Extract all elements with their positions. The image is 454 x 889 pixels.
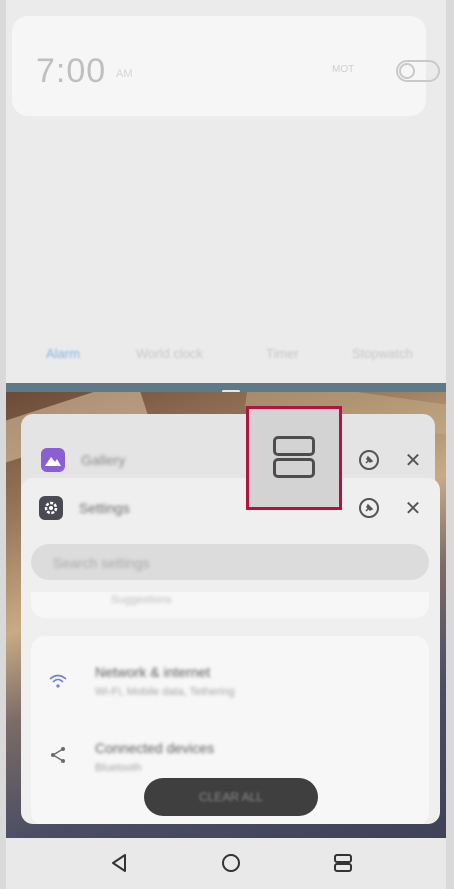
tab-timer[interactable]: Timer [266, 346, 299, 361]
clear-all-label: CLEAR ALL [198, 790, 264, 804]
close-icon: ✕ [404, 497, 422, 520]
tab-alarm[interactable]: Alarm [46, 346, 80, 361]
tab-stopwatch[interactable]: Stopwatch [352, 346, 413, 361]
clock-app: 7:00 AM MOT Alarm World clock Timer Stop… [6, 0, 446, 385]
home-button[interactable] [218, 850, 244, 876]
pin-icon [359, 450, 379, 470]
gallery-app-icon [41, 448, 65, 472]
row-title-connected: Connected devices [95, 740, 215, 756]
recent-apps-area: Gallery ✕ Settings ✕ Search settings Sug… [6, 392, 446, 838]
row-subtitle-connected: Bluetooth [95, 762, 142, 774]
wifi-icon [47, 674, 69, 696]
pin-icon [359, 498, 379, 518]
card-title-gallery: Gallery [81, 452, 126, 468]
recents-button[interactable] [330, 850, 356, 876]
alarm-ampm: AM [116, 68, 133, 80]
suggestions-text: Suggestions [111, 594, 172, 606]
close-button[interactable]: ✕ [401, 496, 425, 520]
card-title-settings: Settings [79, 500, 130, 516]
navigation-bar [6, 838, 446, 889]
tab-world-clock[interactable]: World clock [136, 346, 203, 361]
split-screen-icon [273, 436, 315, 480]
suggestions-strip[interactable]: Suggestions [31, 592, 429, 618]
clear-all-button[interactable]: CLEAR ALL [144, 778, 318, 816]
clock-tabs: Alarm World clock Timer Stopwatch [46, 346, 446, 366]
pin-button[interactable] [357, 496, 381, 520]
back-triangle-icon [112, 854, 126, 872]
search-placeholder: Search settings [53, 555, 150, 571]
search-settings-bar[interactable]: Search settings [31, 544, 429, 580]
recent-card-settings[interactable]: Settings ✕ Search settings Suggestions N… [21, 478, 440, 824]
close-icon: ✕ [404, 449, 422, 472]
split-bottom-half [273, 458, 315, 478]
alarm-days: MOT [332, 64, 355, 75]
toggle-knob [399, 63, 415, 79]
settings-app-icon [39, 496, 63, 520]
row-subtitle-network: Wi-Fi, Mobile data, Tethering [95, 686, 235, 698]
split-screen-button[interactable] [246, 406, 342, 510]
alarm-time: 7:00 [36, 52, 107, 90]
split-top-half [273, 436, 315, 456]
back-button[interactable] [106, 850, 132, 876]
home-circle-icon [222, 854, 240, 872]
close-button[interactable]: ✕ [401, 448, 425, 472]
alarm-toggle[interactable] [396, 60, 440, 82]
right-bezel [446, 0, 454, 889]
alarm-card[interactable]: 7:00 AM MOT [12, 16, 440, 116]
row-title-network: Network & internet [95, 664, 211, 680]
pin-button[interactable] [357, 448, 381, 472]
share-icon [47, 746, 69, 768]
recents-icon [334, 854, 352, 872]
